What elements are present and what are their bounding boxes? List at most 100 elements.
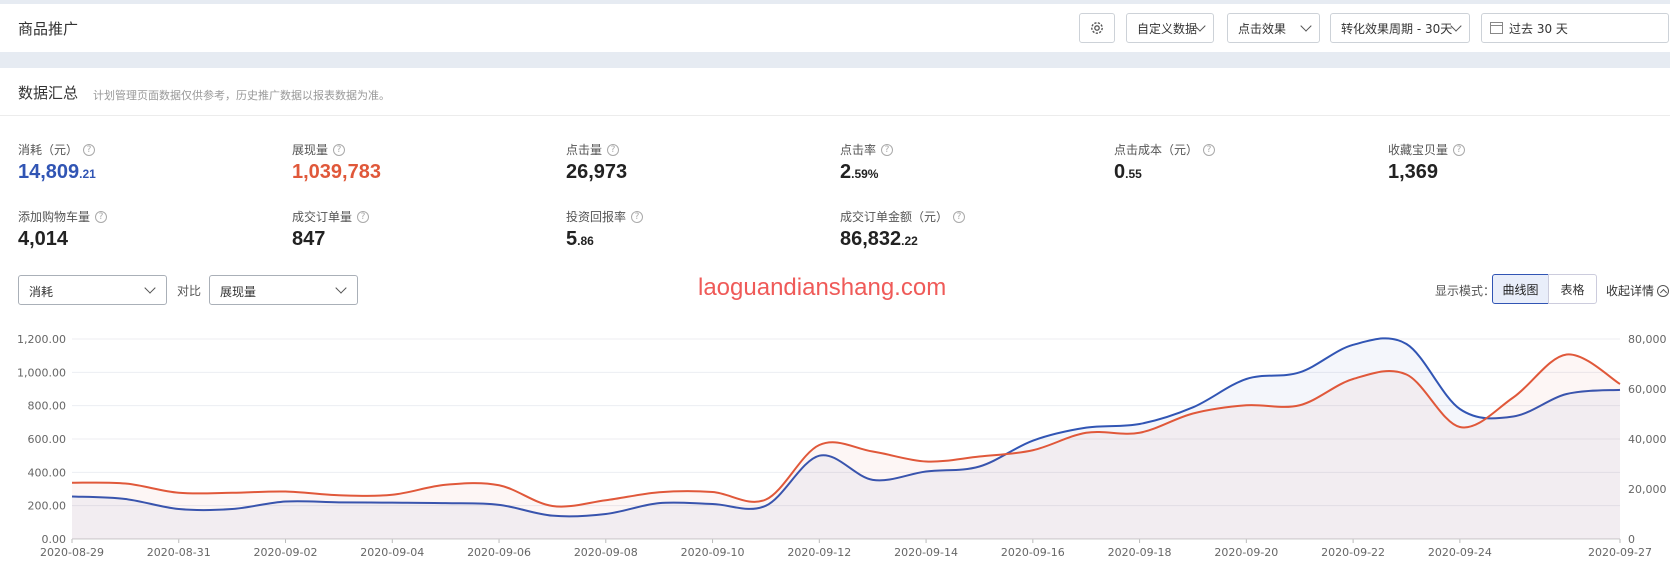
metric-value-int: 0	[1114, 161, 1126, 183]
x-tick-label: 2020-08-29	[40, 546, 104, 559]
compare-label: 对比	[177, 284, 202, 298]
chevron-up-icon	[1657, 284, 1670, 297]
x-tick-label: 2020-09-14	[894, 546, 958, 559]
click-effect-dropdown[interactable]: 点击效果	[1227, 13, 1320, 43]
date-range-picker[interactable]: 过去 30 天	[1481, 13, 1669, 43]
metric-label-text: 投资回报率	[566, 210, 627, 224]
summary-note: 计划管理页面数据仅供参考，历史推广数据以报表数据为准。	[93, 89, 390, 102]
chevron-down-icon	[1300, 20, 1312, 32]
metric-label: 点击成本（元）?	[1114, 141, 1216, 158]
metric-card: 添加购物车量? 4,014	[18, 208, 108, 251]
metric-value: 847	[292, 228, 369, 251]
metric-value-int: 86,832	[840, 228, 902, 250]
help-icon[interactable]: ?	[631, 210, 644, 223]
date-range-label: 过去 30 天	[1509, 21, 1568, 36]
summary-header: 数据汇总 计划管理页面数据仅供参考，历史推广数据以报表数据为准。	[0, 68, 1670, 116]
chevron-down-icon	[144, 282, 156, 294]
metric-label: 收藏宝贝量?	[1388, 141, 1466, 158]
help-icon[interactable]: ?	[607, 143, 620, 156]
collapse-label: 收起详情	[1606, 284, 1655, 298]
curve-mode-button[interactable]: 曲线图	[1492, 274, 1549, 304]
series-area	[72, 354, 1620, 539]
x-tick-label: 2020-09-06	[467, 546, 531, 559]
x-tick-label: 2020-09-24	[1428, 546, 1492, 559]
metric-card: 点击量? 26,973	[566, 141, 627, 184]
calendar-icon	[1490, 22, 1503, 34]
compare-metric-select[interactable]: 展现量	[209, 275, 358, 305]
collapse-details-button[interactable]: 收起详情	[1606, 282, 1670, 299]
metric-value: 26,973	[566, 161, 627, 184]
trend-chart: 0.00 200.00 400.00 600.00 800.00 1,000.00 1,20…	[17, 333, 1667, 559]
y-left-tick-label: 200.00	[28, 500, 67, 513]
x-tick-label: 2020-09-10	[681, 546, 745, 559]
metric-label: 点击率?	[840, 141, 894, 158]
metric-value-decimal: .86	[577, 234, 594, 248]
metric-card: 点击成本（元）? 0.55	[1114, 141, 1216, 184]
metric-label-text: 收藏宝贝量	[1388, 143, 1449, 157]
display-mode-label: 显示模式：	[1435, 284, 1496, 298]
metric-value: 1,369	[1388, 161, 1465, 184]
y-left-tick-label: 600.00	[28, 433, 67, 446]
x-tick-label: 2020-09-27	[1588, 546, 1652, 559]
chevron-down-icon	[335, 282, 347, 294]
metric-value-int: 14,809	[18, 161, 80, 183]
metric-label: 点击量?	[566, 141, 627, 158]
help-icon[interactable]: ?	[1203, 143, 1216, 156]
settings-button[interactable]	[1079, 13, 1115, 43]
metric-label-text: 点击量	[566, 143, 603, 157]
x-tick-label: 2020-09-04	[360, 546, 424, 559]
metric-value-decimal: .21	[79, 167, 96, 181]
y-right-tick-label: 80,000	[1628, 333, 1667, 346]
y-right-tick-label: 40,000	[1628, 433, 1667, 446]
primary-metric-value: 消耗	[29, 285, 54, 299]
compare-metric-value: 展现量	[220, 285, 257, 299]
metric-value-int: 5	[566, 228, 578, 250]
metric-label: 消耗（元）?	[18, 141, 96, 158]
metric-label: 展现量?	[292, 141, 381, 158]
page-title: 商品推广	[18, 20, 79, 38]
x-tick-label: 2020-09-16	[1001, 546, 1065, 559]
metric-value-decimal: .59%	[851, 167, 879, 181]
metric-card: 消耗（元）? 14,809.21	[18, 141, 96, 184]
metric-value-decimal: .22	[901, 234, 918, 248]
conversion-cycle-label: 转化效果周期 - 30天	[1341, 21, 1453, 36]
y-left-tick-label: 400.00	[28, 466, 67, 479]
watermark-text: laoguandianshang.com	[698, 274, 947, 301]
help-icon[interactable]: ?	[83, 143, 96, 156]
help-icon[interactable]: ?	[881, 143, 894, 156]
y-left-tick-label: 0.00	[42, 533, 67, 546]
y-left-tick-label: 800.00	[28, 400, 67, 413]
metric-card: 投资回报率? 5.86	[566, 208, 644, 251]
help-icon[interactable]: ?	[357, 210, 370, 223]
y-left-tick-label: 1,000.00	[17, 366, 66, 379]
primary-metric-select[interactable]: 消耗	[18, 275, 167, 305]
metric-value: 86,832.22	[840, 228, 965, 251]
help-icon[interactable]: ?	[95, 210, 108, 223]
metric-value: 14,809.21	[18, 161, 96, 184]
metric-card: 展现量? 1,039,783	[292, 141, 381, 184]
metric-label: 添加购物车量?	[18, 208, 108, 225]
x-tick-label: 2020-09-22	[1321, 546, 1385, 559]
table-mode-button[interactable]: 表格	[1548, 274, 1597, 304]
y-right-tick-label: 0	[1628, 533, 1635, 546]
metric-value-int: 2	[840, 161, 852, 183]
metric-value-int: 4,014	[18, 228, 69, 250]
custom-data-dropdown[interactable]: 自定义数据	[1126, 13, 1214, 43]
metric-label-text: 成交订单量	[292, 210, 353, 224]
metric-label-text: 点击率	[840, 143, 877, 157]
click-effect-label: 点击效果	[1238, 21, 1287, 36]
help-icon[interactable]: ?	[333, 143, 346, 156]
metric-label-text: 成交订单金额（元）	[840, 210, 949, 224]
metric-label: 成交订单金额（元）?	[840, 208, 966, 225]
metric-value-decimal: .55	[1125, 167, 1142, 181]
y-right-tick-label: 20,000	[1628, 483, 1667, 496]
help-icon[interactable]: ?	[1453, 143, 1466, 156]
metric-value-int: 26,973	[566, 161, 628, 183]
metric-card: 收藏宝贝量? 1,369	[1388, 141, 1466, 184]
metric-label-text: 点击成本（元）	[1114, 143, 1199, 157]
metric-card: 成交订单金额（元）? 86,832.22	[840, 208, 966, 251]
metric-label: 投资回报率?	[566, 208, 644, 225]
conversion-cycle-dropdown[interactable]: 转化效果周期 - 30天	[1330, 13, 1470, 43]
metric-value: 4,014	[18, 228, 107, 251]
help-icon[interactable]: ?	[953, 210, 966, 223]
